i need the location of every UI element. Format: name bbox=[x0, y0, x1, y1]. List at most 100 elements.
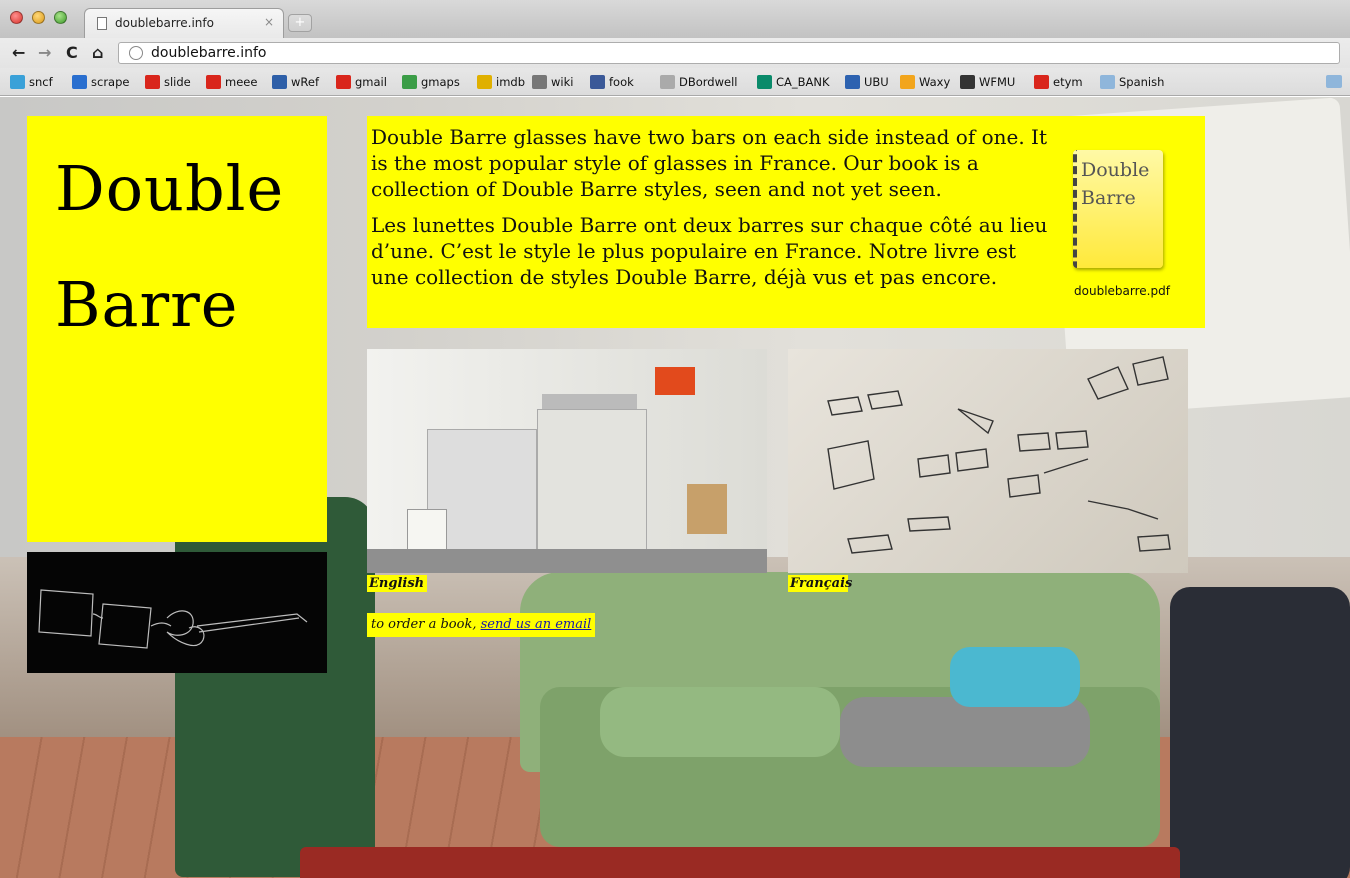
bookmark-label: DBordwell bbox=[679, 75, 738, 89]
glasses-sketches-icon bbox=[827, 356, 1171, 554]
other-bookmarks-folder-icon[interactable] bbox=[1326, 75, 1342, 88]
bookmark-dbordwell[interactable]: DBordwell bbox=[660, 74, 737, 90]
bookmark-label: sncf bbox=[29, 75, 53, 89]
reload-button[interactable]: C bbox=[66, 43, 78, 62]
url-text[interactable]: doublebarre.info bbox=[151, 45, 266, 61]
close-window-button[interactable] bbox=[10, 11, 23, 24]
bookmark-label: Spanish bbox=[1119, 75, 1165, 89]
background-cushion-right bbox=[840, 697, 1090, 767]
browser-toolbar: ← → C ⌂ doublebarre.info bbox=[0, 38, 1350, 68]
caption-english-link[interactable]: English bbox=[367, 575, 427, 592]
caption-french-link[interactable]: Français bbox=[788, 575, 852, 592]
bookmark-gmail[interactable]: gmail bbox=[336, 74, 387, 90]
bookmark-label: UBU bbox=[864, 75, 889, 89]
logo-word-double: Double bbox=[55, 152, 285, 225]
bookmark-label: wiki bbox=[551, 75, 574, 89]
email-link[interactable]: send us an email bbox=[481, 617, 592, 632]
wikipedia-icon bbox=[532, 75, 547, 89]
page-icon bbox=[97, 17, 107, 30]
dbordwell-icon bbox=[660, 75, 675, 89]
glasses-outline-image bbox=[27, 552, 327, 673]
background-dark-chair bbox=[1170, 587, 1350, 878]
sfr-icon bbox=[1034, 75, 1049, 89]
bookmark-ca-bank[interactable]: CA_BANK bbox=[757, 74, 830, 90]
waxy-icon bbox=[900, 75, 915, 89]
background-rug bbox=[300, 847, 1180, 878]
bookmark-label: wRef bbox=[291, 75, 320, 89]
pdf-download-link[interactable]: doublebarre.pdf bbox=[1067, 284, 1177, 298]
copier-red-sign bbox=[655, 367, 695, 395]
bookmark-label: gmail bbox=[355, 75, 387, 89]
bookmark-ubu[interactable]: UBU bbox=[845, 74, 889, 90]
bookmark-etym[interactable]: etym bbox=[1034, 74, 1083, 90]
bookmark-label: slide bbox=[164, 75, 191, 89]
bookmark-scrape[interactable]: scrape bbox=[72, 74, 129, 90]
imdb-icon bbox=[477, 75, 492, 89]
tab-close-icon[interactable]: × bbox=[264, 15, 274, 29]
wfmu-icon bbox=[960, 75, 975, 89]
new-tab-button[interactable]: + bbox=[288, 14, 312, 32]
glasses-drawing-icon bbox=[38, 589, 308, 649]
bookmark-fook[interactable]: fook bbox=[590, 74, 634, 90]
copier-floor bbox=[367, 549, 767, 573]
order-prefix-text: to order a book, bbox=[371, 617, 481, 632]
bookmark-label: etym bbox=[1053, 75, 1083, 89]
pdf-icon-line1: Double bbox=[1081, 159, 1150, 181]
bookmark-spanish[interactable]: Spanish bbox=[1100, 74, 1164, 90]
copier-cardboard-box bbox=[687, 484, 727, 534]
sfr-icon bbox=[206, 75, 221, 89]
intro-french: Les lunettes Double Barre ont deux barre… bbox=[371, 213, 1048, 289]
background-cushion-left bbox=[600, 687, 840, 757]
back-button[interactable]: ← bbox=[12, 43, 25, 62]
bookmarks-bar: sncf scrape slide meee wRef gmail gmaps imdb wik… bbox=[0, 68, 1350, 96]
french-photo-link[interactable] bbox=[788, 349, 1188, 573]
bookmark-gmaps[interactable]: gmaps bbox=[402, 74, 460, 90]
site-logo-box: Double Barre bbox=[27, 116, 327, 542]
logo-word-barre: Barre bbox=[55, 268, 239, 341]
gmaps-icon bbox=[402, 75, 417, 89]
pdf-file-icon[interactable]: Double Barre bbox=[1073, 150, 1163, 268]
browser-tab[interactable]: doubleba​rre.info × bbox=[84, 8, 284, 38]
globe-icon bbox=[129, 46, 143, 60]
ubu-icon bbox=[845, 75, 860, 89]
bookmark-wfmu[interactable]: WFMU bbox=[960, 74, 1015, 90]
sfr-icon bbox=[145, 75, 160, 89]
bookmark-imdb[interactable]: imdb bbox=[477, 74, 525, 90]
wordreference-icon bbox=[272, 75, 287, 89]
bookmark-label: WFMU bbox=[979, 75, 1016, 89]
pdf-icon-line2: Barre bbox=[1081, 187, 1136, 209]
intro-english: Double Barre glasses have two bars on ea… bbox=[371, 125, 1047, 201]
ca-bank-icon bbox=[757, 75, 772, 89]
page-viewport: Double Barre Double Barre glasses have t… bbox=[0, 97, 1350, 878]
bookmark-wref[interactable]: wRef bbox=[272, 74, 319, 90]
forward-button[interactable]: → bbox=[38, 43, 51, 62]
copier-body bbox=[537, 409, 647, 569]
folder-icon bbox=[1100, 75, 1115, 89]
bookmark-label: CA_BANK bbox=[776, 75, 830, 89]
zoom-window-button[interactable] bbox=[54, 11, 67, 24]
sncf-icon bbox=[10, 75, 25, 89]
bookmark-label: gmaps bbox=[421, 75, 460, 89]
home-button[interactable]: ⌂ bbox=[92, 43, 103, 62]
minimize-window-button[interactable] bbox=[32, 11, 45, 24]
bookmark-wiki[interactable]: wiki bbox=[532, 74, 573, 90]
bookmark-label: scrape bbox=[91, 75, 130, 89]
window-titlebar: doubleba​rre.info × + bbox=[0, 0, 1350, 38]
bookmark-slide[interactable]: slide bbox=[145, 74, 191, 90]
bookmark-sncf[interactable]: sncf bbox=[10, 74, 53, 90]
address-bar[interactable]: doublebarre.info bbox=[118, 42, 1340, 64]
intro-box: Double Barre glasses have two bars on ea… bbox=[367, 116, 1205, 328]
bookmark-label: fook bbox=[609, 75, 634, 89]
bookmark-meee[interactable]: meee bbox=[206, 74, 257, 90]
background-teal-cloth bbox=[950, 647, 1080, 707]
bookmark-waxy[interactable]: Waxy bbox=[900, 74, 950, 90]
bookmark-label: imdb bbox=[496, 75, 525, 89]
facebook-icon bbox=[590, 75, 605, 89]
sfr-icon bbox=[336, 75, 351, 89]
tab-title: doubleba​rre.info bbox=[115, 16, 214, 30]
order-box: to order a book, send us an email bbox=[367, 613, 596, 637]
scrape-icon bbox=[72, 75, 87, 89]
bookmark-label: meee bbox=[225, 75, 258, 89]
bookmark-label: Waxy bbox=[919, 75, 951, 89]
english-photo-link[interactable] bbox=[367, 349, 767, 573]
